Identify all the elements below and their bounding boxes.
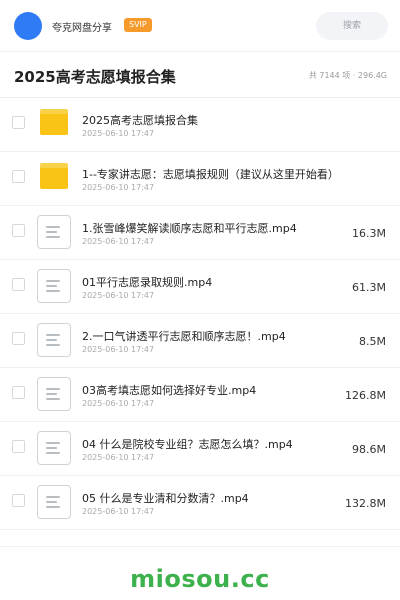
file-list: 2025高考志愿填报合集 2025-06-10 17:47 1--专家讲志愿：志… bbox=[0, 98, 400, 530]
item-name: 05 什么是专业清和分数清？.mp4 bbox=[82, 492, 249, 505]
document-icon bbox=[37, 485, 71, 519]
item-date: 2025-06-10 17:47 bbox=[82, 453, 155, 462]
item-name: 04 什么是院校专业组？志愿怎么填？.mp4 bbox=[82, 438, 293, 451]
item-checkbox[interactable] bbox=[12, 116, 25, 129]
item-date: 2025-06-10 17:47 bbox=[82, 345, 155, 354]
document-icon bbox=[37, 431, 71, 465]
item-name: 1--专家讲志愿：志愿填报规则（建议从这里开始看） bbox=[82, 168, 339, 181]
search-button[interactable]: 搜索 bbox=[316, 12, 388, 40]
item-checkbox[interactable] bbox=[12, 386, 25, 399]
list-item[interactable]: 1.张雪峰爆笑解读顺序志愿和平行志愿.mp4 2025-06-10 17:47 … bbox=[0, 206, 400, 260]
item-checkbox[interactable] bbox=[12, 224, 25, 237]
item-checkbox[interactable] bbox=[12, 440, 25, 453]
item-name: 03高考填志愿如何选择好专业.mp4 bbox=[82, 384, 257, 397]
list-item[interactable]: 03高考填志愿如何选择好专业.mp4 2025-06-10 17:47 126.… bbox=[0, 368, 400, 422]
item-name: 2.一口气讲透平行志愿和顺序志愿！.mp4 bbox=[82, 330, 286, 343]
item-size: 16.3M bbox=[352, 227, 386, 240]
list-item[interactable]: 04 什么是院校专业组？志愿怎么填？.mp4 2025-06-10 17:47 … bbox=[0, 422, 400, 476]
item-checkbox[interactable] bbox=[12, 332, 25, 345]
folder-icon bbox=[40, 163, 68, 189]
folder-header: 2025高考志愿填报合集 共 7144 项 · 296.4G bbox=[0, 52, 400, 98]
svip-badge: SVIP bbox=[124, 18, 152, 32]
item-size: 132.8M bbox=[345, 497, 386, 510]
list-item[interactable]: 2.一口气讲透平行志愿和顺序志愿！.mp4 2025-06-10 17:47 8… bbox=[0, 314, 400, 368]
watermark: miosou.cc bbox=[130, 565, 270, 593]
document-icon bbox=[37, 323, 71, 357]
list-item[interactable]: 05 什么是专业清和分数清？.mp4 2025-06-10 17:47 132.… bbox=[0, 476, 400, 530]
document-icon bbox=[37, 215, 71, 249]
item-checkbox[interactable] bbox=[12, 170, 25, 183]
item-date: 2025-06-10 17:47 bbox=[82, 507, 155, 516]
owner-name: 夸克网盘分享 bbox=[52, 23, 112, 34]
item-date: 2025-06-10 17:47 bbox=[82, 399, 155, 408]
item-size: 8.5M bbox=[359, 335, 386, 348]
list-item[interactable]: 01平行志愿录取规则.mp4 2025-06-10 17:47 61.3M bbox=[0, 260, 400, 314]
footer: miosou.cc bbox=[0, 546, 400, 600]
item-name: 2025高考志愿填报合集 bbox=[82, 114, 198, 127]
item-date: 2025-06-10 17:47 bbox=[82, 291, 155, 300]
top-bar: 夸克网盘分享 SVIP 搜索 bbox=[0, 0, 400, 52]
item-size: 126.8M bbox=[345, 389, 386, 402]
item-size: 98.6M bbox=[352, 443, 386, 456]
document-icon bbox=[37, 377, 71, 411]
folder-summary: 共 7144 项 · 296.4G bbox=[308, 71, 387, 80]
page-title: 2025高考志愿填报合集 bbox=[14, 68, 176, 86]
document-icon bbox=[37, 269, 71, 303]
list-item[interactable]: 2025高考志愿填报合集 2025-06-10 17:47 bbox=[0, 98, 400, 152]
avatar[interactable] bbox=[14, 12, 42, 40]
item-date: 2025-06-10 17:47 bbox=[82, 129, 155, 138]
item-name: 01平行志愿录取规则.mp4 bbox=[82, 276, 213, 289]
item-name: 1.张雪峰爆笑解读顺序志愿和平行志愿.mp4 bbox=[82, 222, 297, 235]
item-date: 2025-06-10 17:47 bbox=[82, 183, 155, 192]
list-item[interactable]: 1--专家讲志愿：志愿填报规则（建议从这里开始看） 2025-06-10 17:… bbox=[0, 152, 400, 206]
item-checkbox[interactable] bbox=[12, 278, 25, 291]
folder-icon bbox=[40, 109, 68, 135]
item-checkbox[interactable] bbox=[12, 494, 25, 507]
item-date: 2025-06-10 17:47 bbox=[82, 237, 155, 246]
item-size: 61.3M bbox=[352, 281, 386, 294]
